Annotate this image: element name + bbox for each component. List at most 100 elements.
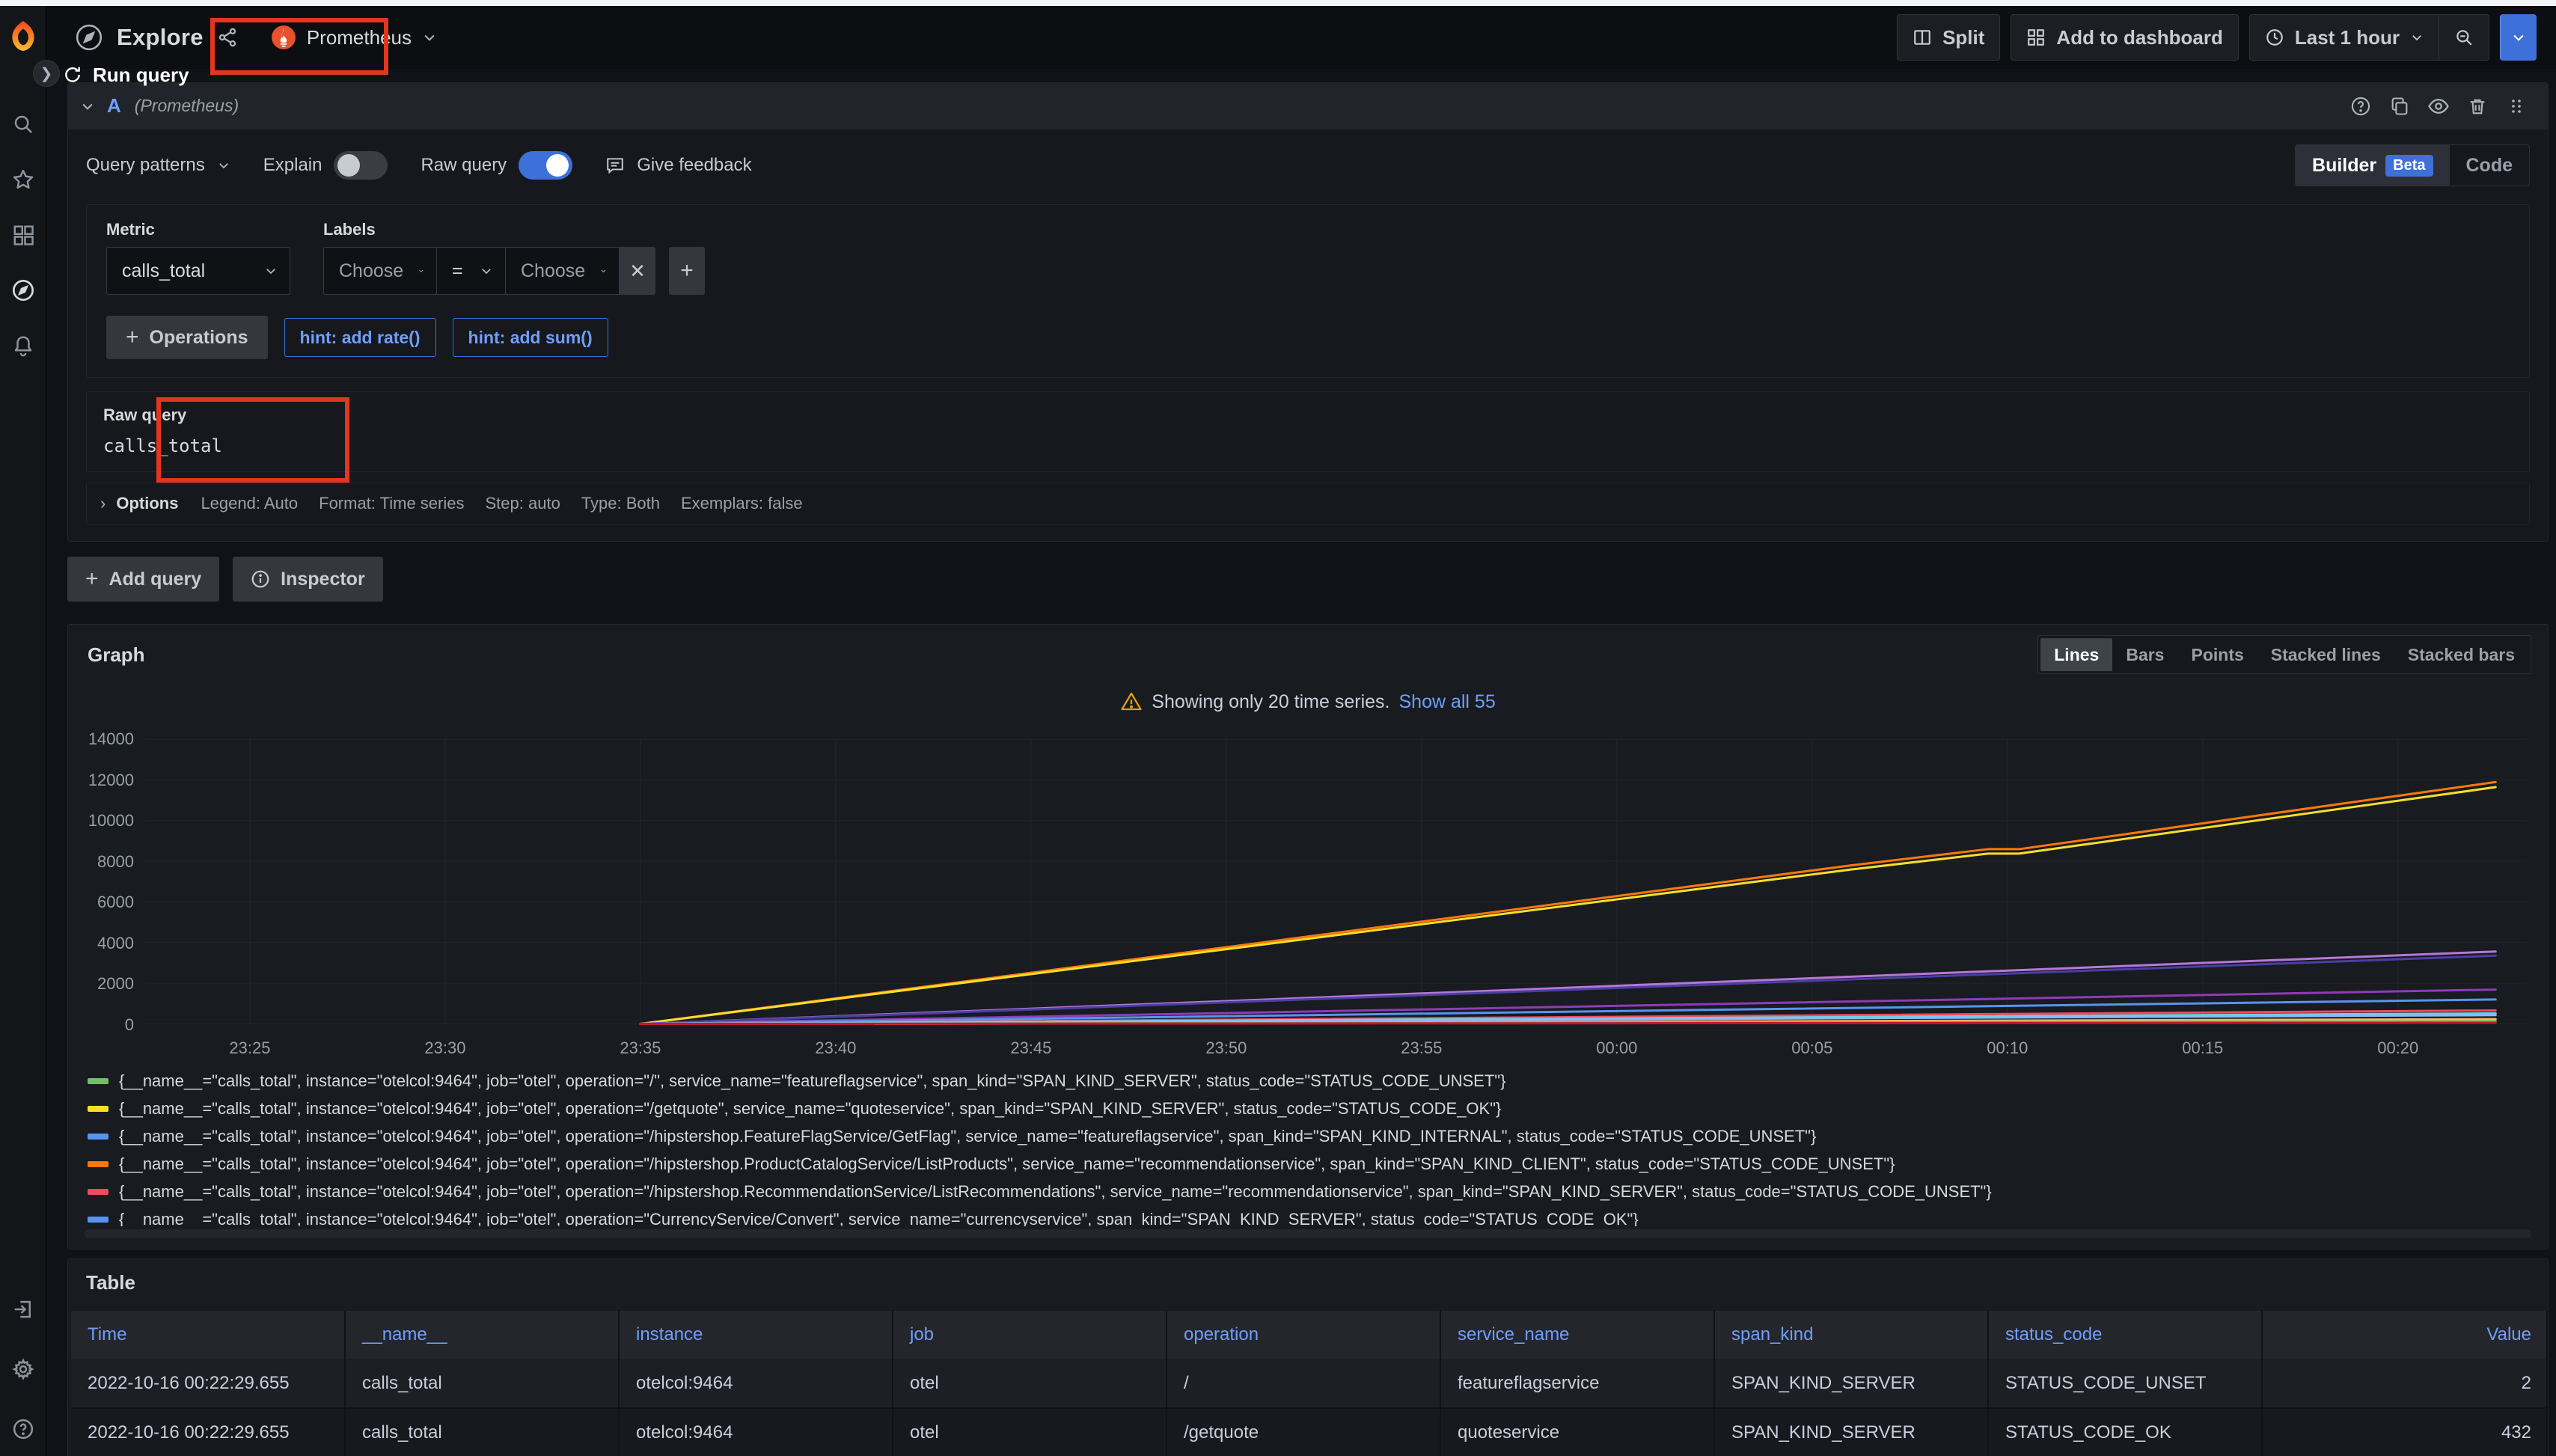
table-cell: otel [893,1408,1167,1456]
time-range-picker[interactable]: Last 1 hour [2249,14,2439,61]
show-all-series-link[interactable]: Show all 55 [1398,691,1495,713]
query-options-row[interactable]: › Options Legend: AutoFormat: Time serie… [86,483,2530,524]
collapse-chevron-icon[interactable] [80,99,95,114]
info-circle-icon [251,569,270,589]
column-header-value[interactable]: Value [2262,1311,2547,1359]
drag-handle-icon[interactable] [2497,90,2536,123]
prometheus-logo-icon [271,25,296,50]
x-axis-tick-label: 00:05 [1791,1039,1832,1058]
table-row: 2022-10-16 00:22:29.655calls_totalotelco… [71,1408,2547,1456]
x-axis-tick-label: 00:10 [1987,1039,2028,1058]
label-key-select[interactable]: Choose [323,247,437,295]
add-to-dashboard-button[interactable]: Add to dashboard [2011,14,2238,61]
sign-in-icon[interactable] [0,1291,46,1327]
table-cell: calls_total [345,1408,619,1456]
graph-mode-stacked-lines[interactable]: Stacked lines [2257,638,2394,671]
comment-icon [605,156,625,175]
duplicate-query-icon[interactable] [2380,90,2419,123]
remove-label-filter-button[interactable]: ✕ [620,247,655,295]
starred-icon[interactable] [0,162,46,198]
results-table: Time__name__instancejoboperationservice_… [71,1311,2548,1456]
add-query-button[interactable]: +Add query [67,557,219,602]
graph-mode-points[interactable]: Points [2177,638,2257,671]
column-header-operation[interactable]: operation [1167,1311,1440,1359]
warning-triangle-icon [1120,691,1143,713]
x-axis-tick-label: 23:55 [1401,1039,1442,1058]
sidebar-expand-button[interactable]: ❯ [33,60,60,87]
query-datasource-hint: (Prometheus) [135,96,239,116]
settings-gear-icon[interactable] [0,1351,46,1387]
alerting-bell-icon[interactable] [0,328,46,364]
legend-series-label: {__name__="calls_total", instance="otelc… [119,1210,1639,1226]
graph-mode-stacked-bars[interactable]: Stacked bars [2394,638,2528,671]
y-axis-tick-label: 12000 [80,771,134,790]
inspector-button[interactable]: Inspector [233,557,383,602]
legend-item[interactable]: {__name__="calls_total", instance="otelc… [88,1071,2531,1091]
run-query-button[interactable]: Run query [2500,14,2537,61]
column-header-instance[interactable]: instance [619,1311,893,1359]
hint-add-rate-button[interactable]: hint: add rate() [284,318,436,357]
metric-label: Metric [106,220,290,239]
hint-add-sum-button[interactable]: hint: add sum() [453,318,608,357]
table-cell: otelcol:9464 [619,1408,893,1456]
metric-field: Metric calls_total [106,220,290,295]
column-header-service-name[interactable]: service_name [1440,1311,1714,1359]
explain-toggle[interactable] [334,151,388,180]
table-cell: 2022-10-16 00:22:29.655 [71,1408,345,1456]
column-header-status-code[interactable]: status_code [1988,1311,2262,1359]
table-cell: 432 [2262,1408,2547,1456]
raw-query-preview: Raw query calls_total [86,391,2530,472]
dashboards-icon[interactable] [0,217,46,253]
datasource-picker[interactable]: Prometheus [257,17,450,58]
split-button[interactable]: Split [1897,14,2000,61]
raw-query-label: Raw query [103,406,2513,425]
time-series-chart[interactable]: 0200040006000800010000120001400023:2523:… [144,734,2527,1030]
column-header-job[interactable]: job [893,1311,1167,1359]
query-patterns-dropdown[interactable]: Query patterns [86,155,230,176]
x-axis-tick-label: 23:35 [620,1039,661,1058]
column-header-span-kind[interactable]: span_kind [1714,1311,1988,1359]
legend-horizontal-scrollbar[interactable] [85,1229,2531,1238]
legend-item[interactable]: {__name__="calls_total", instance="otelc… [88,1099,2531,1119]
page-title: Explore [117,24,204,51]
label-value-select[interactable]: Choose [506,247,620,295]
legend-item[interactable]: {__name__="calls_total", instance="otelc… [88,1182,2531,1202]
code-mode-tab[interactable]: Code [2450,145,2530,186]
run-query-dropdown[interactable] [2500,14,2537,61]
give-feedback-link[interactable]: Give feedback [605,155,751,176]
graph-mode-bars[interactable]: Bars [2112,638,2177,671]
y-axis-tick-label: 2000 [80,974,134,994]
y-axis-tick-label: 8000 [80,852,134,872]
legend-item[interactable]: {__name__="calls_total", instance="otelc… [88,1154,2531,1174]
search-icon[interactable] [0,106,46,142]
label-operator-select[interactable]: = [437,247,506,295]
column-header-name[interactable]: __name__ [345,1311,619,1359]
hide-response-eye-icon[interactable] [2419,90,2458,123]
column-header-time[interactable]: Time [71,1311,345,1359]
share-icon[interactable] [217,27,238,48]
graph-mode-lines[interactable]: Lines [2040,638,2112,671]
apps-icon [2026,28,2046,47]
query-editor-panel: A (Prometheus) Query patterns Explain [67,82,2549,542]
grafana-logo-icon[interactable] [7,19,40,52]
labels-field: Labels Choose = Choose [323,220,705,295]
legend-item[interactable]: {__name__="calls_total", instance="otelc… [88,1127,2531,1146]
table-panel-title: Table [70,1270,2546,1294]
query-row-header[interactable]: A (Prometheus) [68,83,2548,129]
raw-query-toggle[interactable] [519,151,572,180]
zoom-out-time-button[interactable] [2439,14,2489,61]
help-icon[interactable] [0,1411,46,1447]
metric-select[interactable]: calls_total [106,247,290,295]
legend-color-chip [88,1161,108,1167]
beta-badge: Beta [2385,155,2433,177]
x-axis-tick-label: 23:30 [424,1039,465,1058]
explore-icon[interactable] [0,272,46,308]
add-label-filter-button[interactable]: + [669,247,705,295]
legend-color-chip [88,1217,108,1223]
remove-query-trash-icon[interactable] [2458,90,2497,123]
table-cell: featureflagservice [1440,1359,1714,1408]
query-help-icon[interactable] [2341,90,2380,123]
operations-button[interactable]: + Operations [106,316,268,359]
builder-mode-tab[interactable]: Builder Beta [2296,145,2449,186]
legend-item[interactable]: {__name__="calls_total", instance="otelc… [88,1210,2531,1226]
